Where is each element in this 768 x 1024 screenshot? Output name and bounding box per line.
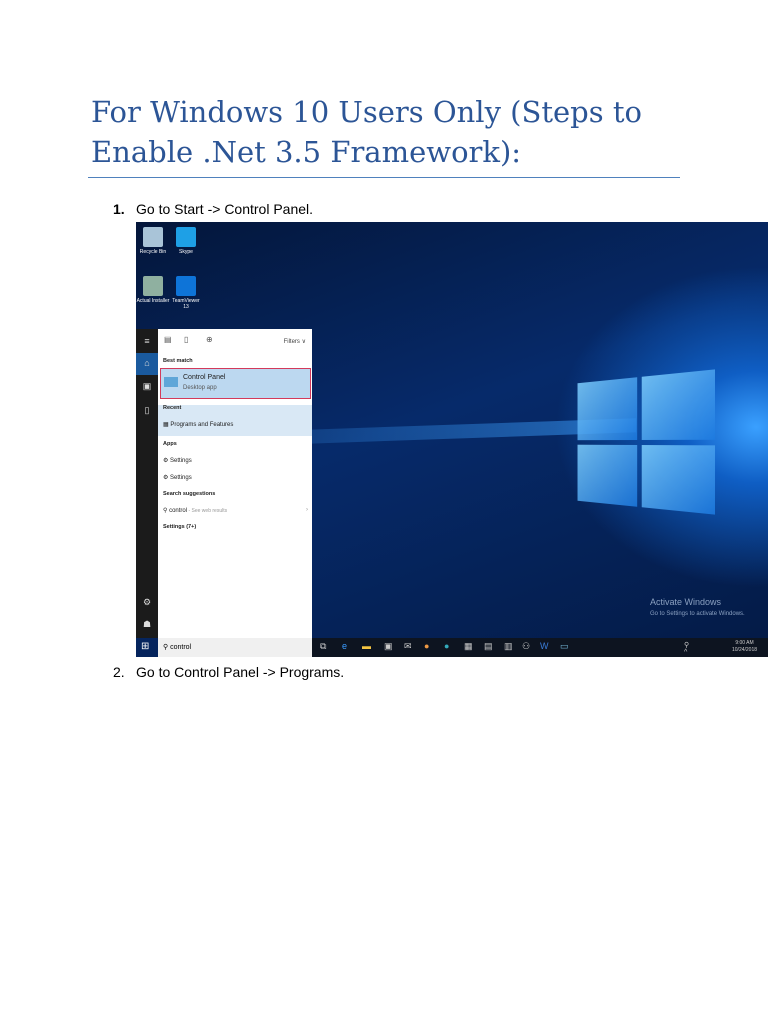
- item-label: Settings: [170, 458, 192, 464]
- chrome-icon[interactable]: ●: [424, 641, 434, 653]
- recent-programs-and-features[interactable]: ▦ Programs and Features: [163, 421, 233, 428]
- icon-label: Skype: [179, 249, 193, 255]
- windows-logo-wallpaper: [577, 369, 716, 515]
- icon-label: TeamViewer 13: [172, 298, 200, 310]
- system-tray-icons[interactable]: ⚲ ^ ▭ ◁): [684, 641, 694, 656]
- edge-icon[interactable]: e: [342, 641, 352, 653]
- activate-title: Activate Windows: [650, 597, 722, 607]
- best-match-control-panel[interactable]: Control Panel Desktop app: [160, 368, 311, 399]
- photos-icon[interactable]: ▦: [464, 641, 474, 653]
- step-1: 1. Go to Start -> Control Panel.: [113, 201, 313, 217]
- app-icon[interactable]: ●: [444, 641, 454, 653]
- step-text: Go to Start -> Control Panel.: [136, 201, 314, 217]
- app-settings-1[interactable]: ⚙ Settings: [163, 457, 192, 464]
- documents-filter-icon[interactable]: ▯: [184, 335, 188, 344]
- step-number: 1.: [113, 201, 125, 217]
- installer-icon: [143, 276, 163, 296]
- settings-gear-icon[interactable]: ⚙: [136, 597, 158, 608]
- web-suggestion-control[interactable]: ⚲ control - See web results ›: [163, 507, 308, 514]
- item-hint: - See web results: [187, 508, 228, 514]
- time: 9:00 AM: [735, 640, 754, 646]
- search-results-panel: ▤ ▯ ⊕ Filters ∨ Best match Control Panel…: [158, 329, 312, 638]
- search-value: control: [170, 644, 192, 651]
- control-panel-icon: [164, 377, 178, 387]
- suggestions-heading: Search suggestions: [163, 491, 216, 497]
- title-divider: [88, 177, 680, 178]
- step-2: 2. Go to Control Panel -> Programs.: [113, 664, 344, 680]
- icon-label: Recycle Bin: [139, 249, 167, 255]
- documents-icon[interactable]: ▣: [136, 381, 158, 392]
- start-sidebar: ≡ ⌂ ▣ ▯ ⚙ ☗: [136, 329, 158, 638]
- apps-heading: Apps: [163, 441, 177, 447]
- home-icon[interactable]: ⌂: [136, 353, 158, 375]
- mail-icon[interactable]: ✉: [404, 641, 414, 653]
- network-app-icon[interactable]: ⚇: [522, 641, 532, 653]
- filters-dropdown[interactable]: Filters ∨: [284, 338, 306, 345]
- icon-label: Actual Installer: [136, 298, 170, 304]
- windows-start-icon[interactable]: ⊞: [141, 641, 149, 652]
- task-view-icon[interactable]: ⧉: [320, 641, 330, 653]
- desktop-icon-teamviewer[interactable]: TeamViewer 13: [169, 276, 203, 310]
- date: 10/24/2018: [732, 647, 758, 653]
- step-text: Go to Control Panel -> Programs.: [136, 664, 345, 680]
- activate-windows-watermark: Activate Windows Go to Settings to activa…: [650, 597, 745, 619]
- web-filter-icon[interactable]: ⊕: [206, 335, 213, 344]
- page-title: For Windows 10 Users Only (Steps to Enab…: [91, 95, 642, 169]
- clock[interactable]: 9:00 AM 10/24/2018: [732, 640, 757, 654]
- apps-filter-icon[interactable]: ▤: [164, 335, 172, 344]
- item-label: Programs and Features: [170, 422, 234, 428]
- skype-icon: [176, 227, 196, 247]
- device-icon[interactable]: ▯: [136, 405, 158, 416]
- chevron-right-icon: ›: [306, 507, 308, 513]
- recent-heading: Recent: [163, 405, 182, 411]
- activate-subtitle: Go to Settings to activate Windows.: [650, 611, 745, 617]
- remote-desktop-icon[interactable]: ▭: [560, 641, 570, 653]
- desktop-icon-skype[interactable]: Skype: [169, 227, 203, 255]
- recycle-bin-icon: [143, 227, 163, 247]
- desktop-icon-recycle-bin[interactable]: Recycle Bin: [136, 227, 170, 255]
- word-icon[interactable]: W: [540, 641, 550, 653]
- teamviewer-icon: [176, 276, 196, 296]
- store-icon[interactable]: ▣: [384, 641, 394, 653]
- best-match-heading: Best match: [163, 358, 193, 364]
- file-explorer-icon[interactable]: ▬: [362, 641, 372, 653]
- app-settings-2[interactable]: ⚙ Settings: [163, 474, 192, 481]
- settings-more-heading[interactable]: Settings (7+): [163, 524, 196, 530]
- result-subtitle: Desktop app: [183, 385, 217, 391]
- desktop-icon-actual-installer[interactable]: Actual Installer: [136, 276, 170, 304]
- search-icon: ⚲: [163, 644, 169, 651]
- windows-screenshot: Recycle Bin Skype Actual Installer TeamV…: [136, 222, 768, 657]
- filters-label: Filters: [283, 339, 300, 345]
- search-input[interactable]: ⚲ control: [158, 638, 312, 657]
- item-label: Settings: [170, 475, 192, 481]
- user-icon[interactable]: ☗: [136, 619, 158, 630]
- calculator-icon[interactable]: ▤: [484, 641, 494, 653]
- result-title: Control Panel: [183, 374, 226, 381]
- taskbar: ⧉ e ▬ ▣ ✉ ● ● ▦ ▤ ▥ ⚇ W ▭ ⚲ ^ ▭ ◁) 9:00 …: [312, 638, 768, 657]
- hamburger-icon[interactable]: ≡: [136, 336, 158, 346]
- item-label: control: [169, 508, 188, 514]
- notepad-icon[interactable]: ▥: [504, 641, 514, 653]
- step-number: 2.: [113, 664, 125, 680]
